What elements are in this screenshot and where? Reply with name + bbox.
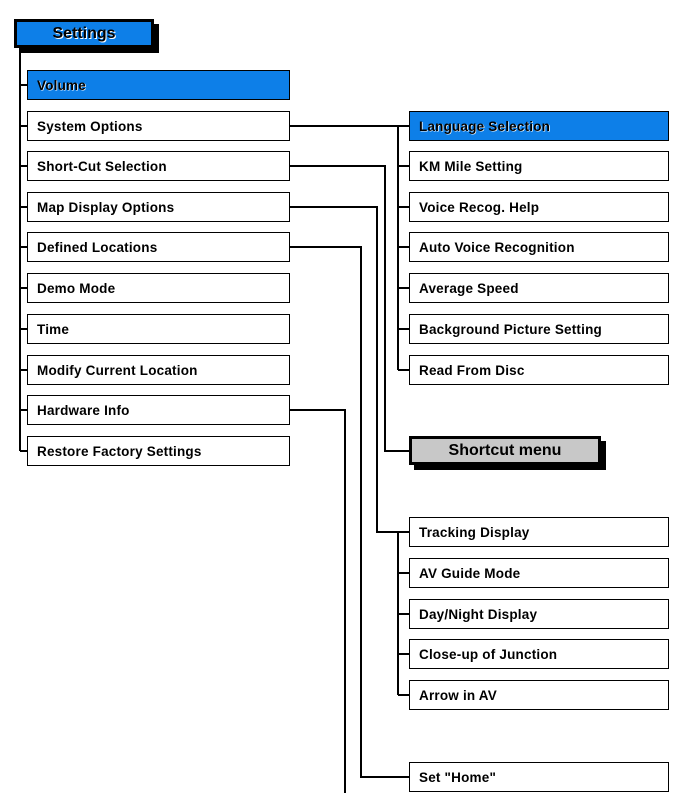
menu-item-label: Set "Home" [419, 769, 497, 785]
menu-item-label: KM Mile Setting [419, 158, 523, 174]
menu-item-short-cut-selection[interactable]: Short-Cut Selection [27, 151, 290, 181]
settings-heading: Settings [14, 19, 154, 48]
menu-item-time[interactable]: Time [27, 314, 290, 344]
menu-item-close-up-of-junction[interactable]: Close-up of Junction [409, 639, 669, 669]
menu-item-label: Auto Voice Recognition [419, 239, 575, 255]
menu-item-map-display-options[interactable]: Map Display Options [27, 192, 290, 222]
shortcut-menu-heading: Shortcut menu [409, 436, 601, 465]
menu-item-label: Arrow in AV [419, 687, 497, 703]
shortcut-menu-heading-label: Shortcut menu [448, 441, 562, 459]
menu-item-label: AV Guide Mode [419, 565, 521, 581]
menu-item-arrow-in-av[interactable]: Arrow in AV [409, 680, 669, 710]
menu-item-label: Voice Recog. Help [419, 199, 540, 215]
menu-item-label: Read From Disc [419, 362, 525, 378]
menu-item-average-speed[interactable]: Average Speed [409, 273, 669, 303]
menu-item-label: Short-Cut Selection [37, 158, 167, 174]
menu-item-label: Demo Mode [37, 280, 116, 296]
menu-item-label: Volume [37, 77, 86, 93]
menu-item-read-from-disc[interactable]: Read From Disc [409, 355, 669, 385]
menu-item-tracking-display[interactable]: Tracking Display [409, 517, 669, 547]
menu-item-av-guide-mode[interactable]: AV Guide Mode [409, 558, 669, 588]
menu-item-demo-mode[interactable]: Demo Mode [27, 273, 290, 303]
menu-item-defined-locations[interactable]: Defined Locations [27, 232, 290, 262]
menu-item-label: Modify Current Location [37, 362, 198, 378]
menu-item-day-night-display[interactable]: Day/Night Display [409, 599, 669, 629]
menu-item-voice-recog-help[interactable]: Voice Recog. Help [409, 192, 669, 222]
menu-item-background-picture-setting[interactable]: Background Picture Setting [409, 314, 669, 344]
menu-item-label: Background Picture Setting [419, 321, 602, 337]
menu-item-language-selection[interactable]: Language Selection [409, 111, 669, 141]
menu-item-label: Time [37, 321, 70, 337]
menu-item-system-options[interactable]: System Options [27, 111, 290, 141]
menu-item-auto-voice-recognition[interactable]: Auto Voice Recognition [409, 232, 669, 262]
menu-item-label: Restore Factory Settings [37, 443, 202, 459]
menu-item-label: Language Selection [419, 118, 551, 134]
menu-item-volume[interactable]: Volume [27, 70, 290, 100]
menu-item-label: Hardware Info [37, 402, 130, 418]
menu-item-hardware-info[interactable]: Hardware Info [27, 395, 290, 425]
menu-item-restore-factory-settings[interactable]: Restore Factory Settings [27, 436, 290, 466]
menu-item-label: Tracking Display [419, 524, 530, 540]
menu-item-label: Close-up of Junction [419, 646, 558, 662]
settings-heading-label: Settings [52, 24, 116, 42]
menu-item-label: System Options [37, 118, 143, 134]
menu-item-label: Defined Locations [37, 239, 158, 255]
menu-item-set-home[interactable]: Set "Home" [409, 762, 669, 792]
menu-item-label: Average Speed [419, 280, 519, 296]
menu-item-modify-current-location[interactable]: Modify Current Location [27, 355, 290, 385]
menu-item-label: Day/Night Display [419, 606, 538, 622]
menu-item-km-mile-setting[interactable]: KM Mile Setting [409, 151, 669, 181]
menu-tree-diagram: Settings Volume System Options Short-Cut… [0, 0, 673, 793]
menu-item-label: Map Display Options [37, 199, 175, 215]
